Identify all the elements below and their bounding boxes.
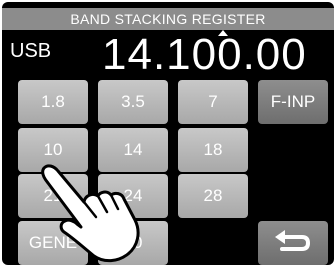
frequency-readout: 14.100.00 [102,30,307,79]
band-stacking-screen: BAND STACKING REGISTER USB 14.100.00 1.8… [2,2,334,265]
band-button-28[interactable]: 28 [178,174,248,218]
band-button-18[interactable]: 18 [178,128,248,172]
screen-title: BAND STACKING REGISTER [2,8,334,30]
pointing-hand-icon [41,164,140,263]
f-inp-button[interactable]: F-INP [258,80,328,124]
return-arrow-icon [275,230,311,251]
band-button-3-5[interactable]: 3.5 [98,80,168,124]
band-button-1-8[interactable]: 1.8 [18,80,88,124]
band-button-7[interactable]: 7 [178,80,248,124]
mode-label: USB [10,40,52,62]
return-button[interactable] [258,221,328,265]
